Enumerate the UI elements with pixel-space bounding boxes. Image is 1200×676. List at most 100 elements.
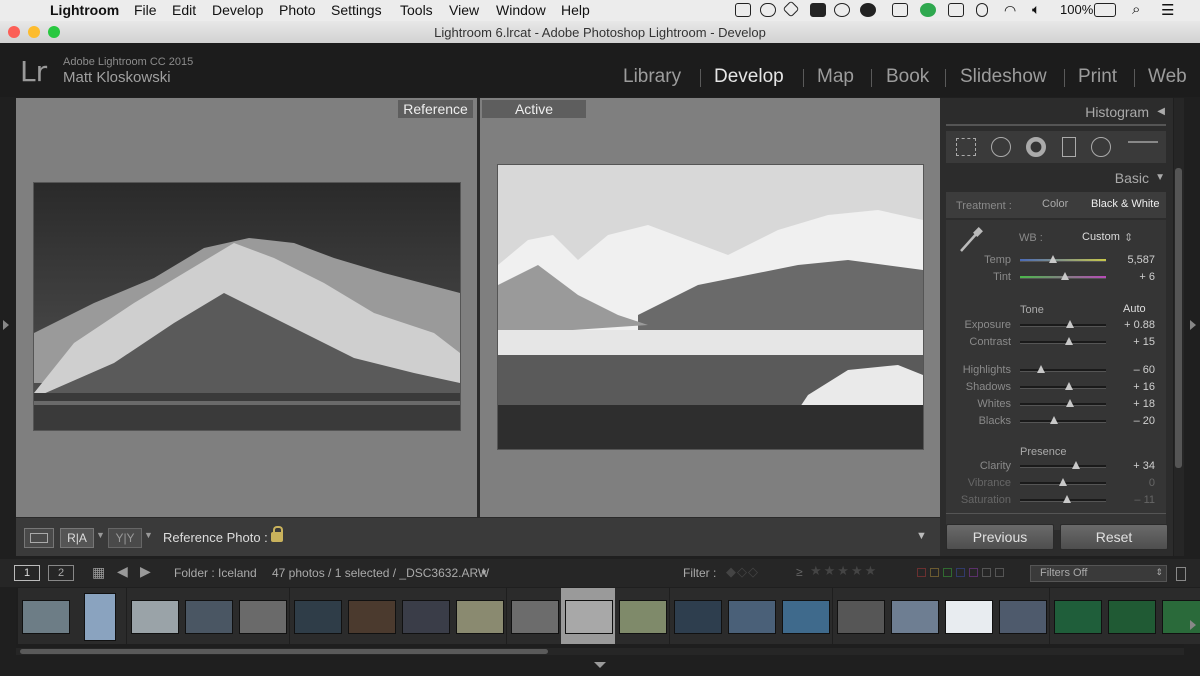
evernote-icon[interactable]	[810, 3, 826, 17]
active-pane[interactable]: Active	[480, 98, 940, 517]
slider-thumb-blacks[interactable]	[1050, 416, 1059, 424]
filmstrip-cell[interactable]	[343, 588, 398, 644]
screen-record-icon[interactable]	[735, 3, 751, 17]
slider-track-whites[interactable]	[1020, 403, 1106, 406]
slider-value-clarity[interactable]: + 34	[1115, 460, 1155, 472]
slider-value-vibrance[interactable]: 0	[1115, 477, 1155, 489]
photo-count-chevron-icon[interactable]: ▼	[480, 568, 488, 577]
grammarly-icon[interactable]	[920, 3, 936, 17]
filmstrip-cell[interactable]	[561, 588, 615, 644]
module-book[interactable]: Book	[886, 66, 929, 88]
basic-header[interactable]: Basic ▼	[945, 170, 1167, 190]
module-print[interactable]: Print	[1078, 66, 1117, 88]
lock-icon[interactable]	[271, 526, 283, 542]
toolbar-options-chevron-icon[interactable]: ▼	[916, 530, 927, 542]
collapse-filmstrip-icon[interactable]	[594, 662, 606, 668]
slider-track-clarity[interactable]	[1020, 465, 1106, 468]
filmstrip-cell[interactable]	[235, 588, 290, 644]
filmstrip-cell[interactable]	[126, 588, 181, 644]
menu-photo[interactable]: Photo	[279, 2, 316, 18]
slider-track-blacks[interactable]	[1020, 420, 1106, 423]
module-library[interactable]: Library	[623, 66, 681, 88]
slider-value-blacks[interactable]: – 20	[1115, 415, 1155, 427]
treatment-bw-option[interactable]: Black & White	[1091, 198, 1159, 210]
slider-thumb-vibrance[interactable]	[1059, 478, 1067, 486]
primary-window-button[interactable]: 1	[14, 565, 40, 581]
slider-track-temp[interactable]	[1020, 259, 1106, 262]
menu-settings[interactable]: Settings	[331, 2, 382, 18]
spotlight-icon[interactable]: ⌕	[1132, 1, 1140, 18]
filmstrip-cell[interactable]	[72, 588, 127, 644]
filmstrip-cell[interactable]	[1104, 588, 1158, 644]
slider-thumb-temp[interactable]	[1048, 255, 1057, 263]
reference-pane[interactable]: Reference	[16, 98, 477, 517]
filmstrip-cell[interactable]	[886, 588, 941, 644]
treatment-color-option[interactable]: Color	[1042, 198, 1068, 210]
scrollbar-thumb[interactable]	[1175, 168, 1182, 468]
grid-view-icon[interactable]: ▦	[92, 564, 105, 581]
before-after-options-chevron-icon[interactable]: ▼	[144, 530, 153, 540]
other-label-icon[interactable]	[995, 568, 1004, 577]
slider-thumb-tint[interactable]	[1060, 272, 1069, 280]
filmstrip-cell[interactable]	[615, 588, 670, 644]
before-after-view-button[interactable]: Y|Y	[108, 528, 142, 548]
dropbox-icon[interactable]	[782, 0, 800, 18]
slider-value-saturation[interactable]: – 11	[1115, 494, 1155, 506]
adjustment-brush-icon[interactable]	[1128, 141, 1158, 151]
filmstrip-scrollbar-thumb[interactable]	[20, 649, 548, 654]
vector-icon[interactable]	[760, 3, 776, 17]
menu-view[interactable]: View	[449, 2, 479, 18]
info-icon[interactable]	[834, 3, 850, 17]
right-panel-scrollbar[interactable]	[1174, 98, 1184, 556]
filmstrip-cell[interactable]	[289, 588, 344, 644]
menu-app-name[interactable]: Lightroom	[50, 2, 119, 18]
filmstrip-cell[interactable]	[1158, 588, 1200, 644]
rating-comparator-icon[interactable]: ≥	[796, 565, 803, 579]
slider-value-whites[interactable]: + 18	[1115, 398, 1155, 410]
histogram-header[interactable]: Histogram ◀	[945, 104, 1167, 124]
filmstrip-cell[interactable]	[832, 588, 887, 644]
filmstrip-cell[interactable]	[723, 588, 778, 644]
menu-tools[interactable]: Tools	[400, 2, 433, 18]
slider-value-tint[interactable]: + 6	[1115, 271, 1155, 283]
radial-filter-icon[interactable]	[1091, 137, 1111, 157]
menu-window[interactable]: Window	[496, 2, 546, 18]
filmstrip-cell[interactable]	[941, 588, 996, 644]
airplay-icon[interactable]	[948, 3, 964, 17]
filmstrip-cell[interactable]	[778, 588, 833, 644]
filmstrip-cell[interactable]	[180, 588, 235, 644]
crop-tool-icon[interactable]	[956, 138, 976, 156]
expand-right-panel-icon[interactable]	[1190, 320, 1196, 330]
filmstrip-next-icon[interactable]	[1190, 620, 1196, 630]
filmstrip-cell[interactable]	[995, 588, 1050, 644]
blue-label-icon[interactable]	[956, 568, 965, 577]
purple-label-icon[interactable]	[969, 568, 978, 577]
module-develop[interactable]: Develop	[714, 66, 784, 88]
slider-thumb-highlights[interactable]	[1036, 365, 1045, 373]
flag-filter-icons[interactable]: ◆◇◇	[726, 564, 759, 580]
spot-removal-icon[interactable]	[991, 137, 1011, 157]
slider-track-exposure[interactable]	[1020, 324, 1106, 327]
creative-cloud-icon[interactable]	[860, 3, 876, 17]
filter-lock-icon[interactable]	[1176, 567, 1186, 581]
module-slideshow[interactable]: Slideshow	[960, 66, 1047, 88]
volume-icon[interactable]: 🔈︎	[1032, 1, 1040, 18]
filmstrip-scrollbar[interactable]	[16, 648, 1184, 655]
folder-label[interactable]: Folder : Iceland	[174, 566, 257, 580]
slider-thumb-shadows[interactable]	[1065, 382, 1074, 390]
forward-arrow-icon[interactable]: ▶	[140, 563, 151, 580]
white-balance-picker-icon[interactable]	[958, 226, 984, 254]
slider-track-shadows[interactable]	[1020, 386, 1106, 389]
gray-label-icon[interactable]	[982, 568, 991, 577]
slider-value-highlights[interactable]: – 60	[1115, 364, 1155, 376]
menu-list-icon[interactable]: ☰	[1161, 1, 1174, 19]
previous-button[interactable]: Previous	[946, 524, 1054, 550]
graduated-filter-icon[interactable]	[1062, 137, 1076, 157]
battery-icon[interactable]	[1094, 3, 1116, 17]
back-arrow-icon[interactable]: ◀	[117, 563, 128, 580]
star-rating-filter-icons[interactable]: ★★★★★	[810, 563, 878, 579]
slider-thumb-clarity[interactable]	[1071, 461, 1080, 469]
filmstrip-cell[interactable]	[506, 588, 561, 644]
green-label-icon[interactable]	[943, 568, 952, 577]
filmstrip-cell[interactable]	[1049, 588, 1104, 644]
